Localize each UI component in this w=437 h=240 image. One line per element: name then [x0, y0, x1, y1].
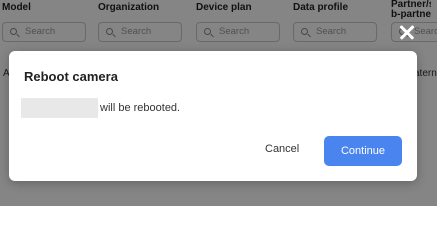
dialog-title: Reboot camera — [24, 69, 118, 84]
redacted-device-name — [21, 98, 98, 118]
cancel-button[interactable]: Cancel — [265, 143, 299, 155]
continue-button[interactable]: Continue — [324, 136, 402, 166]
close-icon[interactable] — [397, 23, 417, 43]
reboot-camera-dialog: Reboot camera will be rebooted. Cancel C… — [9, 51, 417, 181]
dialog-message: will be rebooted. — [100, 102, 181, 114]
